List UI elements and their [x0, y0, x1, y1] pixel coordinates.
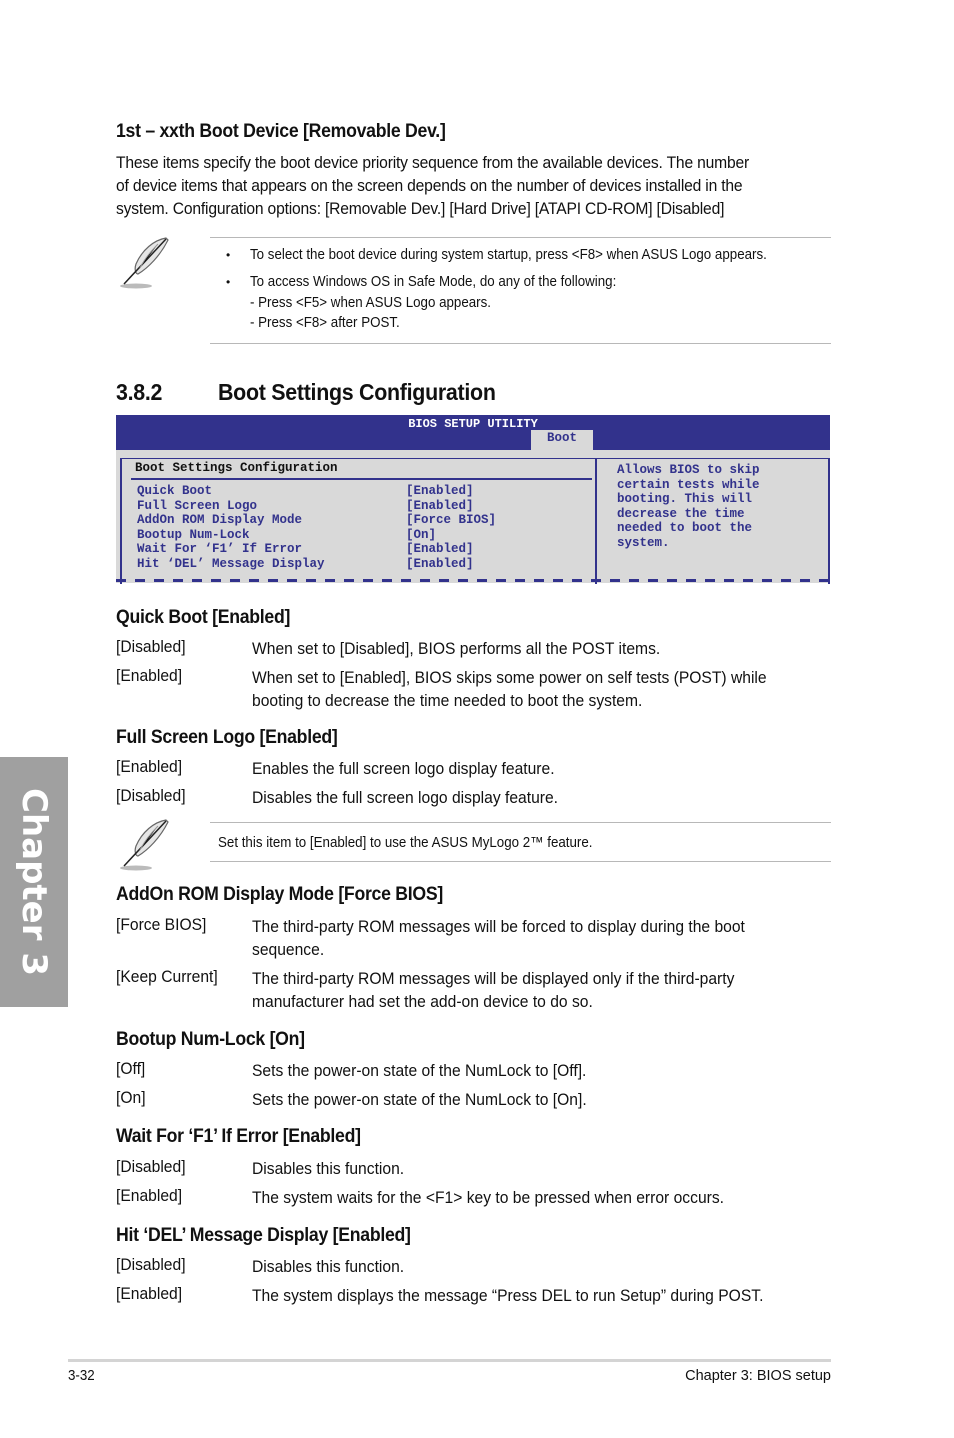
note-divider: [210, 861, 831, 862]
bios-panel-divider: [131, 478, 592, 480]
option-key: [Disabled]: [116, 1157, 186, 1176]
option-key: [Keep Current]: [116, 967, 218, 986]
option-desc: Sets the power-on state of the NumLock t…: [252, 1061, 587, 1080]
note-bullet-2: To access Windows OS in Safe Mode, do an…: [250, 274, 617, 290]
note-bullet-1: To select the boot device during system …: [250, 247, 767, 263]
help-line: Allows BIOS to skip: [617, 463, 760, 477]
bios-title: BIOS SETUP UTILITY: [408, 417, 538, 431]
option-desc: The system waits for the <F1> key to be …: [252, 1188, 725, 1207]
bios-item-wait-f1[interactable]: Wait For ‘F1’ If Error [Enabled]: [137, 542, 474, 557]
option-desc: Disables this function.: [252, 1159, 405, 1178]
bios-help-panel: Allows BIOS to skip certain tests while …: [595, 458, 830, 584]
bullet: •: [226, 275, 231, 289]
chapter-side-tab: Chapter 3: [0, 757, 68, 1007]
full-screen-logo-heading: Full Screen Logo [Enabled]: [116, 727, 338, 748]
note-divider: [210, 822, 831, 823]
note-sub-line: - Press <F5> when ASUS Logo appears.: [250, 295, 492, 311]
option-desc: When set to [Disabled], BIOS performs al…: [252, 639, 661, 658]
option-desc: Disables this function.: [252, 1257, 405, 1276]
paragraph-line: of device items that appears on the scre…: [116, 176, 743, 195]
note-text: Set this item to [Enabled] to use the AS…: [218, 835, 593, 851]
boot-device-paragraph: These items specify the boot device prio…: [116, 151, 804, 220]
help-line: booting. This will: [617, 492, 753, 506]
footer-chapter-label: Chapter 3: BIOS setup: [685, 1368, 831, 1384]
option-key: [Force BIOS]: [116, 915, 207, 934]
option-key: [Disabled]: [116, 637, 186, 656]
section-number: 3.8.2: [116, 379, 163, 405]
option-desc: Disables the full screen logo display fe…: [252, 788, 559, 807]
option-desc: The system displays the message “Press D…: [252, 1286, 764, 1305]
bios-item-full-screen-logo[interactable]: Full Screen Logo [Enabled]: [137, 499, 474, 514]
help-line: decrease the time: [617, 506, 745, 521]
bios-item-addon-rom[interactable]: AddOn ROM Display Mode [Force BIOS]: [137, 513, 496, 528]
option-key: [Disabled]: [116, 1255, 186, 1274]
chapter-tab-label: Chapter 3: [14, 787, 54, 977]
bios-item-hit-del[interactable]: Hit ‘DEL’ Message Display [Enabled]: [137, 557, 474, 572]
paragraph-line: These items specify the boot device prio…: [116, 153, 750, 172]
bullet: •: [226, 248, 231, 262]
boot-device-heading: 1st – xxth Boot Device [Removable Dev.]: [116, 121, 446, 142]
numlock-heading: Bootup Num-Lock [On]: [116, 1029, 305, 1050]
option-key: [On]: [116, 1088, 146, 1107]
option-desc: Sets the power-on state of the NumLock t…: [252, 1090, 587, 1109]
option-desc: The third-party ROM messages will be dis…: [252, 969, 735, 1011]
option-key: [Off]: [116, 1059, 146, 1078]
footer-rule: [68, 1359, 831, 1362]
bios-panel-title: Boot Settings Configuration: [135, 461, 338, 475]
bios-item-quick-boot[interactable]: Quick Boot [Enabled]: [137, 484, 474, 499]
help-line: system.: [617, 535, 670, 550]
feather-pen-icon: [114, 234, 174, 292]
addon-rom-heading: AddOn ROM Display Mode [Force BIOS]: [116, 884, 443, 905]
note-divider: [210, 343, 831, 344]
section-title: Boot Settings Configuration: [218, 379, 496, 405]
wait-f1-heading: Wait For ‘F1’ If Error [Enabled]: [116, 1126, 361, 1147]
quick-boot-heading: Quick Boot [Enabled]: [116, 607, 291, 628]
option-key: [Enabled]: [116, 1186, 183, 1205]
help-line: certain tests while: [617, 477, 760, 492]
feather-pen-icon: [114, 816, 174, 874]
bios-header: BIOS SETUP UTILITY Boot: [116, 415, 830, 450]
option-desc: The third-party ROM messages will be for…: [252, 917, 745, 959]
note-sub-line: - Press <F8> after POST.: [250, 315, 400, 331]
bios-screen: BIOS SETUP UTILITY Boot Boot Settings Co…: [116, 415, 830, 584]
bios-settings-panel: Boot Settings Configuration Quick Boot [E…: [120, 458, 595, 584]
bios-dashed-border: [116, 579, 830, 582]
bios-item-numlock[interactable]: Bootup Num-Lock [On]: [137, 528, 436, 543]
option-key: [Enabled]: [116, 757, 183, 776]
option-key: [Enabled]: [116, 1284, 183, 1303]
option-desc: When set to [Enabled], BIOS skips some p…: [252, 668, 767, 710]
option-key: [Disabled]: [116, 786, 186, 805]
option-desc: Enables the full screen logo display fea…: [252, 759, 555, 778]
paragraph-line: system. Configuration options: [Removabl…: [116, 199, 725, 218]
note-divider: [210, 237, 831, 238]
option-key: [Enabled]: [116, 666, 183, 685]
hit-del-heading: Hit ‘DEL’ Message Display [Enabled]: [116, 1225, 411, 1246]
help-line: needed to boot the: [617, 521, 753, 535]
tab-boot[interactable]: Boot: [531, 430, 593, 450]
page-number: 3-32: [68, 1368, 95, 1384]
